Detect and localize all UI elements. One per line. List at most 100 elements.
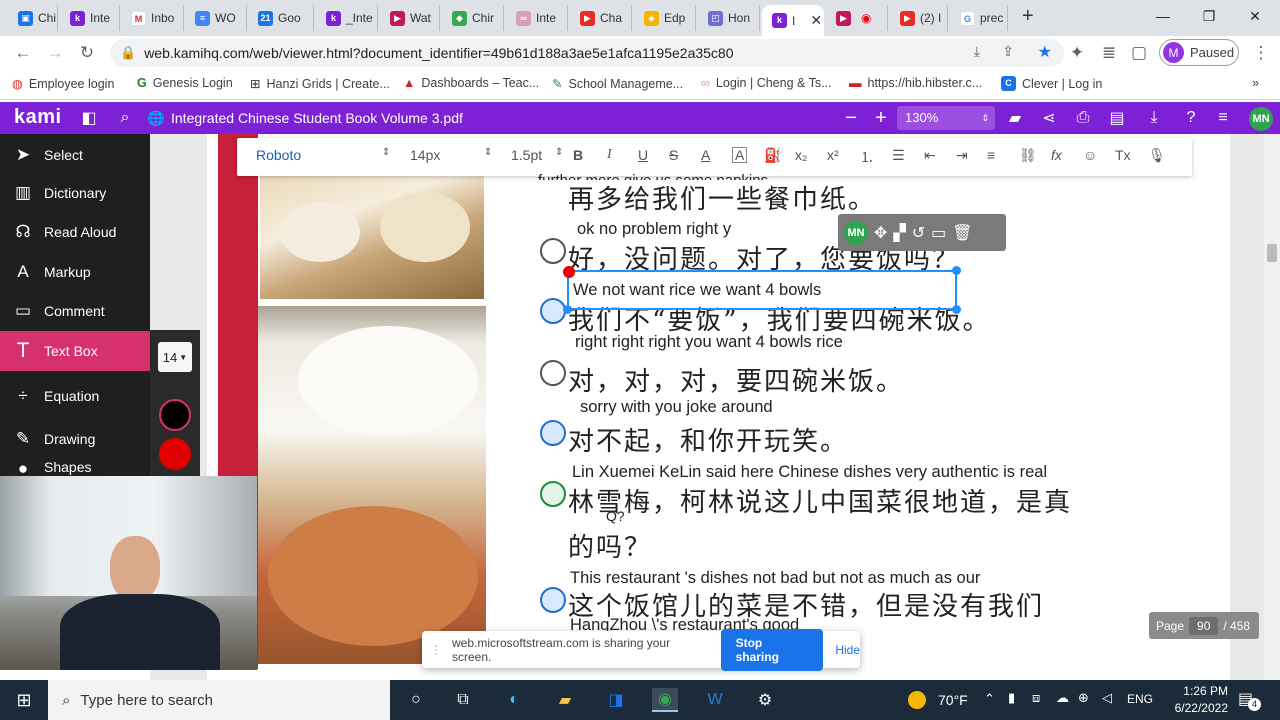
sidebar-toggle-icon[interactable]: ◧ [78, 107, 100, 129]
more-menu-icon[interactable]: ⋮ [1250, 42, 1272, 64]
link-icon[interactable]: ⛓ [1019, 147, 1037, 164]
tool-comment[interactable]: ▭ Comment [0, 292, 150, 330]
browser-tab[interactable]: ∞ Inte [506, 5, 568, 31]
clock-time[interactable]: 1:26 PM [1166, 684, 1228, 698]
italic-icon[interactable]: I [607, 147, 612, 163]
zoom-select[interactable]: 130% ⇕ [897, 106, 995, 130]
formula-icon[interactable]: fx [1051, 147, 1062, 163]
rotate-icon[interactable]: ↺ [912, 223, 925, 243]
taskbar-search[interactable]: ⌕ Type here to search [48, 680, 390, 720]
user-badge[interactable]: MN [1249, 107, 1273, 131]
browser-tab-active[interactable]: k I ✕ [762, 5, 824, 36]
save-icon[interactable]: ▤ [1106, 107, 1128, 129]
delete-handle-icon[interactable] [563, 266, 575, 278]
url-input[interactable]: 🔒 web.kamihq.com/web/viewer.html?documen… [110, 39, 1064, 67]
text-size-select[interactable]: 14 ▼ [158, 342, 192, 372]
bookmark-item[interactable]: ▲ Dashboards – Teac... [403, 76, 539, 90]
align-icon[interactable]: ≡ [987, 147, 995, 163]
annotation-text[interactable]: Q? [606, 508, 625, 524]
forward-icon[interactable]: → [44, 42, 66, 64]
bookmark-item[interactable]: ◍ Employee login [12, 76, 114, 92]
browser-tab[interactable]: M Inbo [121, 5, 184, 31]
download-icon[interactable]: ⤓ [1143, 107, 1165, 129]
media-controls-icon[interactable]: ≣ [1098, 42, 1120, 64]
emoji-icon[interactable]: ☺ [1083, 147, 1097, 163]
onedrive-icon[interactable]: ☁ [1056, 690, 1069, 706]
stop-sharing-button[interactable]: Stop sharing [720, 628, 824, 671]
side-panel-icon[interactable]: ▢ [1128, 42, 1150, 64]
language-indicator[interactable]: ENG [1127, 692, 1153, 706]
task-view-icon[interactable]: ⧉ [450, 688, 476, 712]
close-tab-icon[interactable]: ✕ [810, 12, 822, 29]
browser-tab[interactable]: ◈ Edp [634, 5, 696, 31]
text-color-icon[interactable]: A [701, 147, 710, 163]
bookmark-star-icon[interactable]: ★ [1038, 42, 1052, 62]
install-app-icon[interactable]: ⤓ [974, 43, 980, 60]
reload-icon[interactable]: ↻ [76, 42, 98, 64]
underline-icon[interactable]: U [638, 147, 648, 163]
microphone-tray-icon[interactable]: ▮ [1008, 690, 1015, 706]
drag-handle-icon[interactable]: ⋮ [430, 643, 442, 657]
search-icon[interactable]: ⌕ [114, 107, 136, 129]
bookmark-item[interactable]: ▬ https://hib.hibster.c... [849, 76, 982, 90]
more-bookmarks-icon[interactable]: » [1252, 76, 1259, 90]
annotation-text[interactable]: right right right you want 4 bowls rice [575, 333, 843, 352]
share-icon[interactable]: ⇪ [1002, 43, 1014, 60]
tool-dictionary[interactable]: ▥ Dictionary [0, 174, 150, 212]
print-icon[interactable]: ⎙ [1072, 107, 1094, 129]
fill-color-icon[interactable]: ⛽ [764, 147, 781, 164]
resize-handle[interactable] [952, 266, 961, 275]
windows-start-icon[interactable]: ⊞ [11, 688, 37, 712]
profile-button[interactable]: M Paused [1159, 39, 1239, 66]
tool-markup[interactable]: A Markup [0, 253, 150, 291]
browser-tab[interactable]: ◰ Hon [698, 5, 760, 31]
outdent-icon[interactable]: ⇤ [924, 147, 936, 164]
bullet-list-icon[interactable]: ☰ [892, 147, 905, 164]
browser-tab[interactable]: ≡ WO [185, 5, 247, 31]
browser-tab[interactable]: ▣ Chi [8, 5, 58, 31]
tool-text-box[interactable]: T Text Box [0, 331, 150, 371]
browser-tab[interactable]: ▶ (2) I [890, 5, 948, 31]
outlook-icon[interactable]: ◨ [603, 688, 629, 712]
hide-button[interactable]: Hide [835, 643, 860, 657]
page-number-input[interactable]: 90 [1189, 616, 1219, 635]
word-icon[interactable]: W [702, 688, 728, 712]
minimize-icon[interactable]: — [1140, 0, 1186, 32]
highlight-icon[interactable]: A [732, 147, 748, 163]
clear-format-icon[interactable]: Tx [1115, 147, 1131, 163]
bookmark-item[interactable]: G Genesis Login [137, 76, 233, 90]
selected-text-box[interactable] [563, 266, 961, 314]
meet-icon[interactable]: ⧈ [1032, 690, 1040, 706]
tool-read-aloud[interactable]: ☊ Read Aloud [0, 213, 150, 251]
network-icon[interactable]: ⊕ [1078, 690, 1089, 706]
chrome-icon[interactable]: ◉ [652, 688, 678, 712]
tool-drawing[interactable]: ✎ Drawing [0, 420, 150, 458]
browser-tab[interactable]: k _Inte [316, 5, 378, 31]
color-swatch-black[interactable] [159, 399, 191, 431]
folder-icon[interactable]: ▰ [1004, 107, 1026, 129]
move-icon[interactable]: ✥ [874, 223, 887, 243]
browser-tab[interactable]: ▶ Wat [380, 5, 440, 31]
volume-icon[interactable]: ◁ [1102, 690, 1112, 706]
numbered-list-icon[interactable]: ⒈ [860, 147, 874, 167]
menu-icon[interactable]: ≡ [1212, 107, 1234, 129]
font-family-select[interactable]: Roboto ⇕ [256, 147, 390, 163]
show-hidden-icons-icon[interactable]: ⌃ [984, 691, 995, 707]
browser-tab[interactable]: Gprec [950, 5, 1008, 31]
bookmark-item[interactable]: ⊞ Hanzi Grids | Create... [250, 76, 390, 92]
bookmark-item[interactable]: ∞ Login | Cheng & Ts... [701, 76, 832, 90]
annotation-text[interactable]: Lin Xuemei KeLin said here Chinese dishe… [572, 463, 1047, 482]
archive-icon[interactable]: ▭ [931, 223, 946, 243]
back-icon[interactable]: ← [12, 42, 34, 64]
weather-temp[interactable]: 70°F [938, 692, 968, 708]
browser-tab[interactable]: ▶ Cha [570, 5, 632, 31]
scroll-thumb[interactable] [1267, 244, 1277, 262]
new-tab-icon[interactable]: + [1022, 5, 1034, 28]
tool-equation[interactable]: ÷ Equation [0, 377, 150, 415]
indent-icon[interactable]: ⇥ [956, 147, 968, 164]
edge-icon[interactable]: ◐ [501, 688, 527, 712]
resize-handle[interactable] [563, 305, 572, 314]
browser-tab[interactable]: k Inte [60, 5, 120, 31]
vertical-scrollbar[interactable] [1264, 134, 1280, 680]
annotation-text[interactable]: sorry with you joke around [580, 398, 773, 417]
